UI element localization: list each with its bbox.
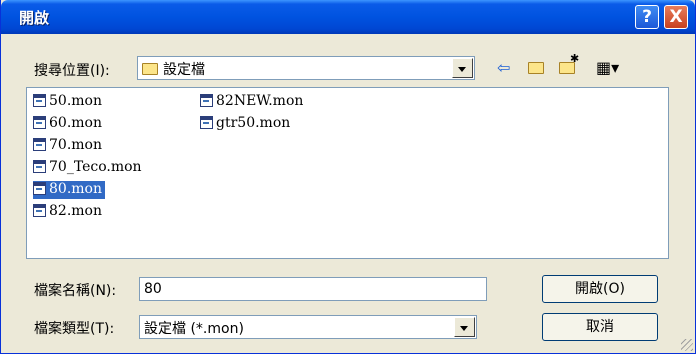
cancel-button[interactable]: 取消 [542,313,658,341]
open-button[interactable]: 開啟(O) [542,275,658,303]
file-icon [33,94,46,107]
look-in-dropdown-button[interactable] [452,58,473,78]
list-item[interactable]: gtr50.mon [200,115,293,133]
file-icon [200,94,213,107]
file-icon [33,204,46,217]
view-menu-icon[interactable]: ▦▾ [596,58,619,77]
filetype-label: 檔案類型(T): [34,321,115,337]
list-item[interactable]: 82.mon [33,203,105,221]
list-item[interactable]: 82NEW.mon [200,93,306,111]
title-bar[interactable]: 開啟 ? X [1,0,695,34]
file-icon [33,116,46,129]
file-icon [33,138,46,151]
new-folder-icon[interactable]: ✱ [559,52,579,77]
file-icon [33,160,46,173]
up-folder-icon[interactable] [528,58,544,77]
look-in-dropdown[interactable]: 設定檔 [137,56,475,80]
list-item[interactable]: 70.mon [33,137,105,155]
filetype-dropdown[interactable]: 設定檔 (*.mon) [139,315,477,339]
open-dialog: 開啟 ? X 搜尋位置(I): 設定檔 ⇦ ✱ ▦▾ 50.mon 60.mon… [0,0,696,354]
help-icon: ? [642,7,652,27]
list-item[interactable]: 60.mon [33,115,105,133]
close-icon: X [669,7,683,27]
filename-input[interactable]: 80 [139,277,487,301]
file-icon [200,116,213,129]
filename-label: 檔案名稱(N): [34,283,117,299]
back-icon[interactable]: ⇦ [497,58,510,77]
file-list[interactable]: 50.mon 60.mon 70.mon 70_Teco.mon 80.mon … [26,87,669,259]
help-button[interactable]: ? [635,5,659,29]
list-item-selected[interactable]: 80.mon [33,181,105,199]
file-icon [33,182,46,195]
resize-grip[interactable] [681,339,693,351]
dialog-title: 開啟 [19,9,50,27]
list-item[interactable]: 50.mon [33,93,105,111]
filename-value: 80 [144,281,162,297]
look-in-label: 搜尋位置(I): [34,63,110,79]
list-item[interactable]: 70_Teco.mon [33,159,145,177]
folder-icon [142,63,158,75]
close-button[interactable]: X [664,5,688,29]
filetype-dropdown-button[interactable] [454,317,475,337]
look-in-value: 設定檔 [163,62,205,78]
filetype-value: 設定檔 (*.mon) [144,321,244,337]
